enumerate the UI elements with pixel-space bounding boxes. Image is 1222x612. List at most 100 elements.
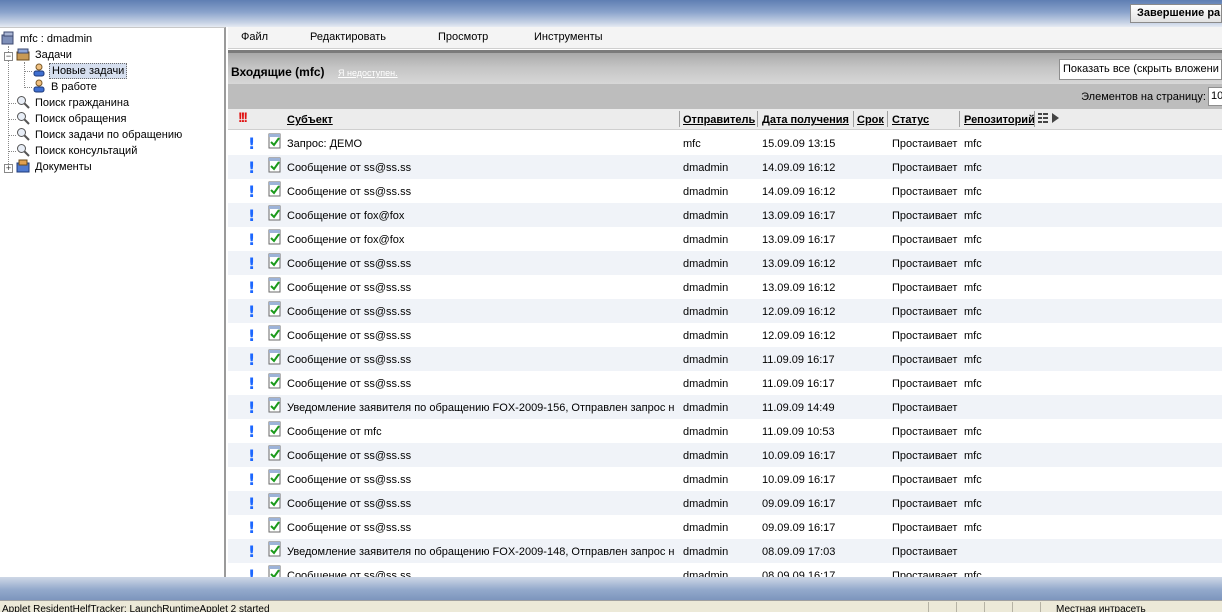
tree-item-in-work[interactable]: В работе	[32, 79, 99, 95]
cell-status: Простаивает	[892, 474, 958, 486]
table-row[interactable]: ! Сообщение от ss@ss.ss dmadmin 09.09.09 16…	[228, 515, 1222, 539]
menu-file[interactable]: Файл	[241, 31, 268, 43]
menu-tools[interactable]: Инструменты	[534, 31, 603, 43]
tree-item-documents[interactable]: Документы	[16, 159, 94, 175]
task-doc-cell	[268, 445, 282, 464]
column-separator[interactable]	[679, 111, 680, 127]
status-bar: Applet ResidentHelfTracker: LaunchRuntim…	[0, 600, 1222, 612]
table-row[interactable]: ! Запрос: ДЕМО mfc 15.09.09 13:15 Простаивае…	[228, 131, 1222, 155]
menu-edit[interactable]: Редактировать	[310, 31, 386, 43]
menu-view[interactable]: Просмотр	[438, 31, 488, 43]
column-priority[interactable]: !!!	[238, 109, 248, 125]
table-row[interactable]: ! Сообщение от ss@ss.ss dmadmin 11.09.09 16…	[228, 371, 1222, 395]
cell-subject[interactable]: Сообщение от ss@ss.ss	[287, 570, 675, 577]
table-row[interactable]: ! Сообщение от ss@ss.ss dmadmin 12.09.09 16…	[228, 299, 1222, 323]
table-row[interactable]: ! Сообщение от fox@fox dmadmin 13.09.09 16:…	[228, 203, 1222, 227]
cell-subject[interactable]: Сообщение от fox@fox	[287, 234, 675, 246]
tree-collapse-tasks[interactable]: −	[4, 52, 13, 61]
cell-sender: dmadmin	[683, 330, 729, 342]
tree-item-search-citizen[interactable]: Поиск гражданина	[16, 95, 131, 111]
cell-subject[interactable]: Сообщение от ss@ss.ss	[287, 378, 675, 390]
table-row[interactable]: ! Сообщение от ss@ss.ss dmadmin 10.09.09 16…	[228, 467, 1222, 491]
cell-repository: mfc	[964, 210, 982, 222]
table-row[interactable]: ! Сообщение от ss@ss.ss dmadmin 10.09.09 16…	[228, 443, 1222, 467]
table-row[interactable]: ! Сообщение от ss@ss.ss dmadmin 14.09.09 16…	[228, 179, 1222, 203]
cell-subject[interactable]: Сообщение от ss@ss.ss	[287, 498, 675, 510]
cell-subject[interactable]: Сообщение от ss@ss.ss	[287, 306, 675, 318]
cell-status: Простаивает	[892, 498, 958, 510]
priority-icon: !	[248, 302, 256, 321]
column-repository[interactable]: Репозиторий	[964, 114, 1035, 126]
table-row[interactable]: ! Сообщение от fox@fox dmadmin 13.09.09 16:…	[228, 227, 1222, 251]
cell-received: 08.09.09 17:03	[762, 546, 836, 558]
cell-subject[interactable]: Сообщение от ss@ss.ss	[287, 354, 675, 366]
cell-subject[interactable]: Сообщение от ss@ss.ss	[287, 162, 675, 174]
cell-subject[interactable]: Сообщение от fox@fox	[287, 210, 675, 222]
cell-subject[interactable]: Сообщение от mfc	[287, 426, 675, 438]
table-row[interactable]: ! Сообщение от ss@ss.ss dmadmin 13.09.09 16…	[228, 275, 1222, 299]
table-row[interactable]: ! Сообщение от ss@ss.ss dmadmin 09.09.09 16…	[228, 491, 1222, 515]
column-chooser-icon[interactable]	[1038, 112, 1060, 126]
column-separator[interactable]	[959, 111, 960, 127]
task-doc-cell	[268, 397, 282, 416]
tree-expand-documents[interactable]: +	[4, 164, 13, 173]
table-row[interactable]: ! Сообщение от mfc dmadmin 11.09.09 10:53 Пр…	[228, 419, 1222, 443]
cell-subject[interactable]: Сообщение от ss@ss.ss	[287, 474, 675, 486]
document-icon	[268, 253, 281, 269]
cell-status: Простаивает	[892, 450, 958, 462]
priority-icon: !	[248, 278, 256, 297]
priority-icon: !	[248, 566, 256, 577]
page-title: Входящие (mfc)	[231, 65, 325, 79]
cell-subject[interactable]: Запрос: ДЕМО	[287, 138, 675, 150]
cell-subject[interactable]: Сообщение от ss@ss.ss	[287, 450, 675, 462]
table-row[interactable]: ! Сообщение от ss@ss.ss dmadmin 11.09.09 16…	[228, 347, 1222, 371]
task-doc-cell	[268, 157, 282, 176]
cell-sender: dmadmin	[683, 546, 729, 558]
filter-select[interactable]: Показать все (скрыть вложени	[1059, 59, 1222, 80]
column-separator[interactable]	[853, 111, 854, 127]
search-icon	[17, 96, 30, 109]
table-row[interactable]: ! Сообщение от ss@ss.ss dmadmin 14.09.09 16…	[228, 155, 1222, 179]
cell-subject[interactable]: Сообщение от ss@ss.ss	[287, 282, 675, 294]
user-task-icon	[33, 63, 45, 77]
cell-subject[interactable]: Сообщение от ss@ss.ss	[287, 330, 675, 342]
column-subject[interactable]: Субъект	[287, 114, 333, 126]
priority-icon: !	[248, 398, 256, 417]
cell-sender: dmadmin	[683, 306, 729, 318]
cell-status: Простаивает	[892, 354, 958, 366]
cell-subject[interactable]: Сообщение от ss@ss.ss	[287, 186, 675, 198]
table-row[interactable]: ! Сообщение от ss@ss.ss dmadmin 12.09.09 16…	[228, 323, 1222, 347]
column-separator[interactable]	[1034, 111, 1035, 127]
table-row[interactable]: ! Сообщение от ss@ss.ss dmadmin 13.09.09 16…	[228, 251, 1222, 275]
cell-repository: mfc	[964, 426, 982, 438]
cell-subject[interactable]: Сообщение от ss@ss.ss	[287, 258, 675, 270]
cell-subject[interactable]: Уведомление заявителя по обращению FOX-2…	[287, 402, 675, 414]
tree-item-search-task[interactable]: Поиск задачи по обращению	[16, 127, 184, 143]
column-due[interactable]: Срок	[857, 114, 884, 126]
per-page-input[interactable]: 10	[1208, 87, 1222, 106]
document-icon	[268, 421, 281, 437]
task-doc-cell	[268, 205, 282, 224]
tree-item-search-consult[interactable]: Поиск консультаций	[16, 143, 139, 159]
tree-connector	[8, 151, 16, 152]
tree-item-new-tasks[interactable]: Новые задачи	[32, 63, 128, 79]
tree-item-search-appeal[interactable]: Поиск обращения	[16, 111, 128, 127]
column-status[interactable]: Статус	[892, 114, 929, 126]
table-row[interactable]: ! Сообщение от ss@ss.ss dmadmin 08.09.09 16…	[228, 563, 1222, 577]
column-received[interactable]: Дата получения	[762, 114, 849, 126]
cell-repository: mfc	[964, 306, 982, 318]
table-row[interactable]: ! Уведомление заявителя по обращению FOX-…	[228, 395, 1222, 419]
logout-button[interactable]: Завершение ра	[1130, 4, 1222, 23]
tree-item-tasks[interactable]: Задачи	[16, 47, 74, 63]
cell-sender: dmadmin	[683, 570, 729, 577]
tree-item-root[interactable]: mfc : dmadmin	[1, 31, 94, 47]
column-sender[interactable]: Отправитель	[683, 114, 755, 126]
cell-subject[interactable]: Сообщение от ss@ss.ss	[287, 522, 675, 534]
cell-subject[interactable]: Уведомление заявителя по обращению FOX-2…	[287, 546, 675, 558]
availability-link[interactable]: Я недоступен.	[338, 68, 398, 78]
column-separator[interactable]	[887, 111, 888, 127]
tree-connector	[8, 103, 16, 104]
cell-status: Простаивает	[892, 210, 958, 222]
column-separator[interactable]	[757, 111, 758, 127]
table-row[interactable]: ! Уведомление заявителя по обращению FOX-…	[228, 539, 1222, 563]
